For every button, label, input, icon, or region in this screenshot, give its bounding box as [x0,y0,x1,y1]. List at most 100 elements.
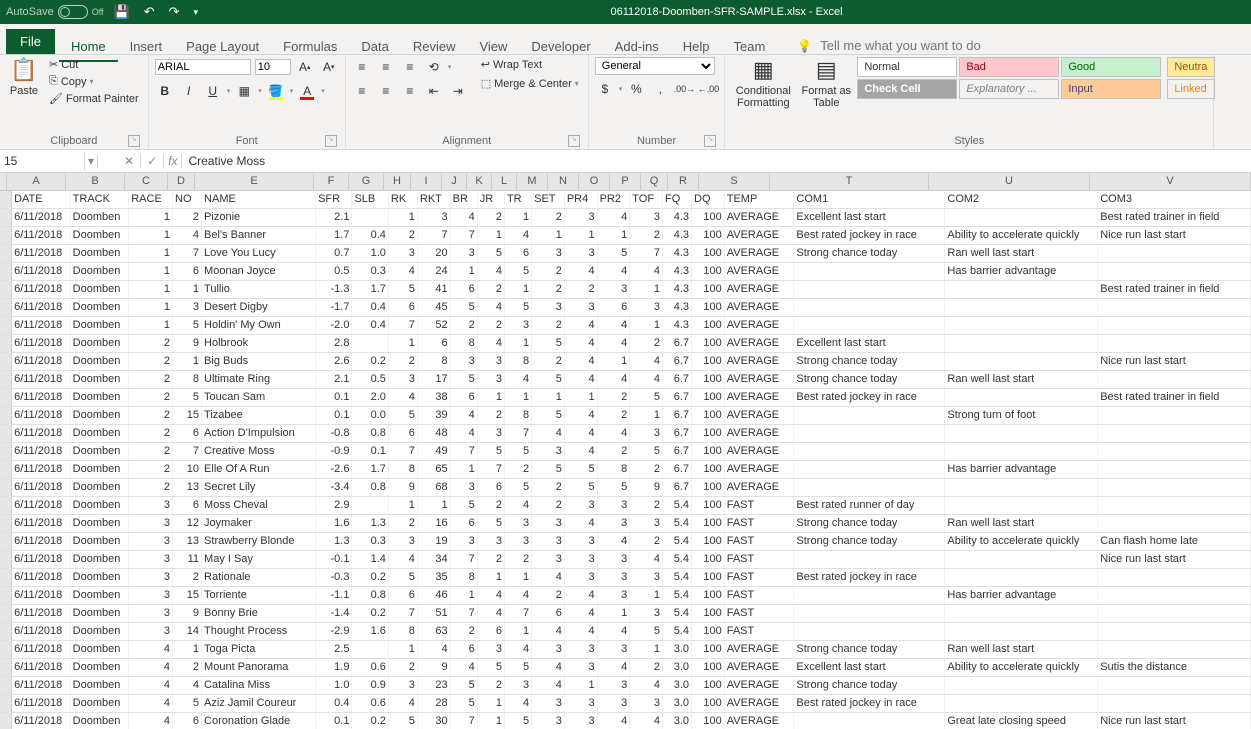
cell[interactable]: 7 [451,605,478,622]
bold-button[interactable]: B [155,81,175,101]
cell[interactable]: 5 [173,695,202,712]
cell[interactable]: 8 [598,461,631,478]
cell[interactable]: 4 [598,335,631,352]
cell[interactable]: 1 [451,461,478,478]
cell[interactable]: AVERAGE [725,443,795,460]
cell[interactable]: 4 [598,425,631,442]
cell[interactable] [945,497,1098,514]
cell[interactable]: 7 [389,443,418,460]
percent-format-icon[interactable]: % [626,79,646,99]
cell[interactable]: 19 [418,533,451,550]
cell[interactable]: 100 [692,677,725,694]
cell[interactable]: 4 [598,371,631,388]
number-format-combo[interactable]: General [595,57,715,75]
col-header-N[interactable]: N [548,173,579,190]
cell[interactable]: 1 [630,641,663,658]
cell[interactable]: 3 [129,605,173,622]
cell[interactable] [945,677,1098,694]
cell[interactable]: 6/11/2018 [12,587,71,604]
col-header-I[interactable]: I [411,173,442,190]
cell[interactable]: 4 [505,587,532,604]
cell[interactable]: 3 [532,245,565,262]
cell[interactable]: 3 [478,641,505,658]
cell-styles-gallery[interactable]: Normal Bad Good Check Cell Explanatory .… [857,57,1161,99]
cell[interactable] [794,425,945,442]
italic-button[interactable]: I [179,81,199,101]
cell[interactable]: 2 [478,677,505,694]
cell[interactable]: 1.9 [316,659,352,676]
cell[interactable] [794,623,945,640]
cell[interactable]: 2 [129,407,173,424]
style-input[interactable]: Input [1061,79,1161,99]
cell[interactable]: 4.3 [663,245,692,262]
cell[interactable]: 2 [389,659,418,676]
cell[interactable]: PR4 [565,191,598,208]
cell[interactable]: 6/11/2018 [12,335,71,352]
cell[interactable]: 2.6 [316,353,352,370]
cell[interactable]: 4 [630,353,663,370]
cell[interactable] [794,551,945,568]
borders-button[interactable]: ▦ [234,81,254,101]
format-as-table-button[interactable]: ▤ Format as Table [799,57,853,109]
cell[interactable]: 6/11/2018 [12,407,71,424]
cell[interactable]: 4 [478,587,505,604]
cell[interactable]: 6/11/2018 [12,497,71,514]
col-header-F[interactable]: F [314,173,349,190]
cell[interactable]: -0.3 [316,569,352,586]
cell[interactable]: 0.5 [316,263,352,280]
cell[interactable]: Joymaker [202,515,316,532]
cell[interactable]: 1 [565,389,598,406]
cell[interactable]: 1 [630,587,663,604]
cell[interactable]: 4 [129,677,173,694]
cell[interactable]: 1 [173,281,202,298]
cell[interactable]: Excellent last start [794,335,945,352]
cell[interactable]: 100 [692,281,725,298]
cell[interactable]: 30 [418,713,451,729]
row-header[interactable] [0,335,12,352]
cell[interactable]: Moonan Joyce [202,263,316,280]
cell[interactable]: Best rated runner of day [794,497,945,514]
cell[interactable] [1098,605,1251,622]
cell[interactable]: 3 [598,695,631,712]
cell[interactable]: Doomben [71,389,130,406]
cell[interactable]: 6 [505,245,532,262]
cell[interactable]: 100 [692,335,725,352]
formula-input[interactable]: Creative Moss [182,152,1251,170]
col-header-D[interactable]: D [168,173,195,190]
cell[interactable]: 8 [389,461,418,478]
dialog-launcher-icon[interactable]: ↘ [704,135,716,147]
toggle-off-icon[interactable] [58,5,88,19]
row-header[interactable] [0,263,12,280]
cell[interactable]: 100 [692,623,725,640]
cell[interactable]: 7 [389,317,418,334]
cell[interactable]: 6 [418,335,451,352]
cell[interactable]: 6/11/2018 [12,533,71,550]
cell[interactable]: 5 [598,245,631,262]
cell[interactable]: 1 [129,317,173,334]
cell[interactable]: 1 [505,569,532,586]
cell[interactable]: 4 [598,209,631,226]
cell[interactable]: 5 [478,659,505,676]
cell[interactable]: JR [478,191,505,208]
cell[interactable]: AVERAGE [725,389,795,406]
cell[interactable] [945,335,1098,352]
cell[interactable]: Best rated jockey in race [794,389,945,406]
cell[interactable]: FAST [725,623,795,640]
cell[interactable]: 6.7 [663,353,692,370]
cell[interactable]: 5 [389,569,418,586]
cell[interactable]: Doomben [71,299,130,316]
cell[interactable]: 5 [505,479,532,496]
cell[interactable]: 6/11/2018 [12,263,71,280]
cell[interactable]: Doomben [71,605,130,622]
cell[interactable]: 8 [451,569,478,586]
worksheet-grid[interactable]: ABCDEFGHIJKLMNOPQRSTUV DATETRACKRACENONA… [0,173,1251,729]
col-header-U[interactable]: U [929,173,1090,190]
cell[interactable]: 4 [630,263,663,280]
cell[interactable]: 6 [451,641,478,658]
cell[interactable]: 2 [129,353,173,370]
cell[interactable] [1098,497,1251,514]
cell[interactable]: 4 [565,587,598,604]
conditional-formatting-button[interactable]: ▦ Conditional Formatting [731,57,795,109]
insert-function-icon[interactable]: fx [164,154,182,168]
cell[interactable]: Strong chance today [794,515,945,532]
